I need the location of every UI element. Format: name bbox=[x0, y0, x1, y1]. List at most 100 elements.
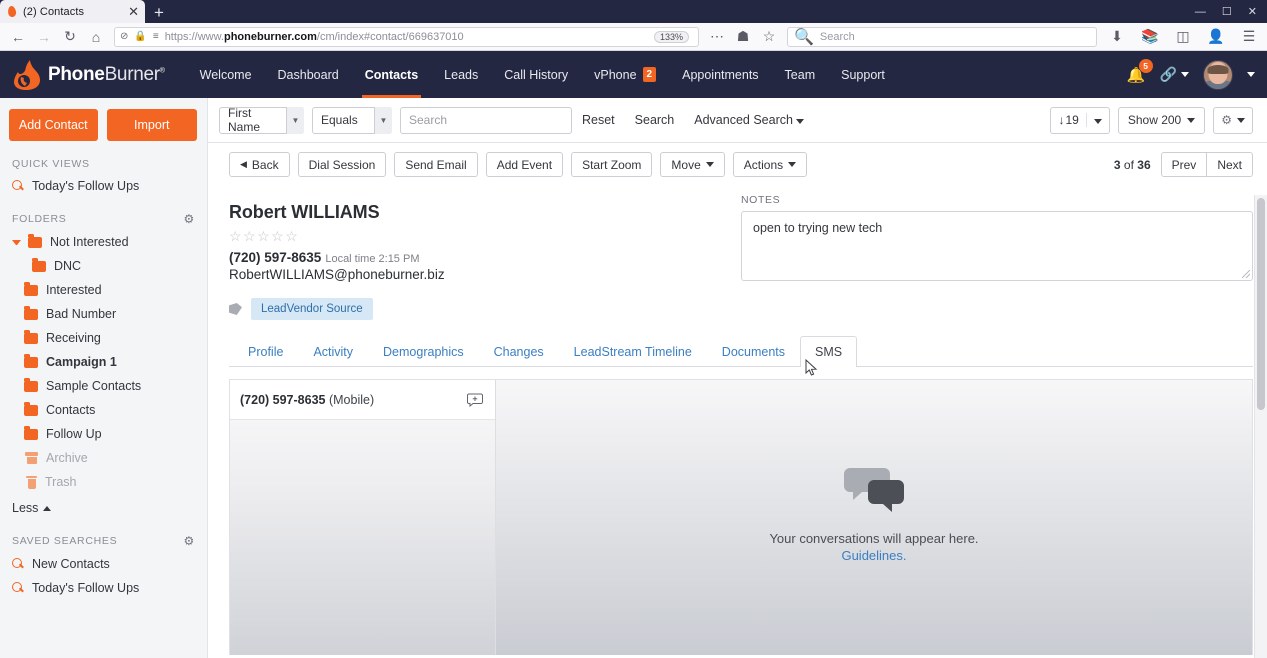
nav-item-vphone[interactable]: vPhone 2 bbox=[581, 51, 669, 98]
sort-dropdown-chevron-down-icon[interactable] bbox=[1085, 113, 1109, 127]
sidebar-item-new-contacts[interactable]: New Contacts bbox=[0, 552, 207, 576]
minimize-icon[interactable]: — bbox=[1195, 6, 1206, 18]
page-scrollbar[interactable] bbox=[1254, 195, 1267, 658]
nav-label: Support bbox=[841, 67, 885, 82]
sidebar-item-label: New Contacts bbox=[32, 557, 110, 571]
sidebar-item-follow-up[interactable]: Follow Up bbox=[0, 422, 207, 446]
account-icon[interactable]: 👤 bbox=[1204, 25, 1228, 49]
rating-stars[interactable]: ☆☆☆☆☆ bbox=[229, 228, 721, 245]
tab-changes[interactable]: Changes bbox=[479, 336, 559, 366]
phone-number[interactable]: (720) 597-8635 bbox=[229, 250, 321, 265]
add-contact-button[interactable]: Add Contact bbox=[9, 109, 98, 141]
nav-item-support[interactable]: Support bbox=[828, 51, 898, 98]
phoneburner-logo[interactable]: PhoneBurner® bbox=[14, 59, 165, 90]
tab-profile[interactable]: Profile bbox=[233, 336, 298, 366]
maximize-icon[interactable]: ☐ bbox=[1222, 5, 1232, 18]
forward-icon[interactable]: → bbox=[32, 25, 56, 49]
sidebar-item-saved-todays-follow-ups[interactable]: Today's Follow Ups bbox=[0, 576, 207, 600]
chevron-down-icon[interactable]: ▼ bbox=[286, 106, 304, 134]
bookmark-star-icon[interactable]: ☆ bbox=[757, 25, 781, 49]
sidebar-item-contacts[interactable]: Contacts bbox=[0, 398, 207, 422]
browser-tab[interactable]: (2) Contacts ✕ bbox=[0, 0, 145, 23]
nav-item-contacts[interactable]: Contacts bbox=[352, 51, 431, 98]
prev-button[interactable]: Prev bbox=[1160, 152, 1208, 177]
sidebar-item-bad-number[interactable]: Bad Number bbox=[0, 302, 207, 326]
sidebar-item-sample-contacts[interactable]: Sample Contacts bbox=[0, 374, 207, 398]
permissions-icon[interactable]: ≡ bbox=[153, 31, 159, 42]
sidebar-item-not-interested[interactable]: Not Interested bbox=[0, 230, 207, 254]
sidebar-item-archive[interactable]: Archive bbox=[0, 446, 207, 470]
advanced-search-button[interactable]: Advanced Search bbox=[684, 113, 814, 127]
guidelines-link[interactable]: Guidelines. bbox=[841, 548, 906, 563]
browser-search-input[interactable]: 🔍 Search bbox=[787, 26, 1097, 47]
resize-handle[interactable] bbox=[1242, 270, 1250, 278]
tab-leadstream-timeline[interactable]: LeadStream Timeline bbox=[559, 336, 707, 366]
nav-item-welcome[interactable]: Welcome bbox=[187, 51, 265, 98]
nav-label: Call History bbox=[504, 67, 569, 82]
sidebar-icon[interactable]: ◫ bbox=[1171, 25, 1195, 49]
tab-demographics[interactable]: Demographics bbox=[368, 336, 479, 366]
gear-icon[interactable]: ⚙ bbox=[184, 534, 195, 548]
sidebar-item-interested[interactable]: Interested bbox=[0, 278, 207, 302]
next-button[interactable]: Next bbox=[1207, 152, 1253, 177]
new-tab-button[interactable]: + bbox=[154, 4, 164, 21]
sort-button[interactable]: ↓ 19 bbox=[1050, 106, 1110, 134]
avatar[interactable] bbox=[1203, 59, 1233, 90]
library-icon[interactable]: 📚 bbox=[1138, 25, 1162, 49]
nav-item-dashboard[interactable]: Dashboard bbox=[265, 51, 352, 98]
less-toggle[interactable]: Less bbox=[0, 494, 207, 522]
nav-item-team[interactable]: Team bbox=[772, 51, 829, 98]
close-icon[interactable]: ✕ bbox=[128, 5, 139, 18]
account-chevron-down-icon[interactable] bbox=[1247, 72, 1255, 77]
window-close-icon[interactable]: ✕ bbox=[1248, 5, 1257, 18]
status-badge[interactable]: LeadVendor Source bbox=[251, 298, 373, 320]
pocket-icon[interactable]: ☗ bbox=[731, 25, 755, 49]
nav-item-appointments[interactable]: Appointments bbox=[669, 51, 771, 98]
contact-email[interactable]: RobertWILLIAMS@phoneburner.biz bbox=[229, 267, 721, 282]
tab-activity[interactable]: Activity bbox=[298, 336, 368, 366]
menu-icon[interactable]: ☰ bbox=[1237, 25, 1261, 49]
add-event-button[interactable]: Add Event bbox=[485, 152, 564, 177]
tab-documents[interactable]: Documents bbox=[707, 336, 800, 366]
notes-textarea[interactable]: open to trying new tech bbox=[741, 211, 1253, 281]
search-button[interactable]: Search bbox=[625, 113, 685, 127]
start-zoom-button[interactable]: Start Zoom bbox=[571, 152, 653, 177]
reload-icon[interactable]: ↻ bbox=[58, 25, 82, 49]
sidebar-item-todays-follow-ups[interactable]: Today's Follow Ups bbox=[0, 174, 207, 198]
sidebar-item-campaign-1[interactable]: Campaign 1 bbox=[0, 350, 207, 374]
chevron-down-icon[interactable]: ▼ bbox=[374, 106, 392, 134]
reset-button[interactable]: Reset bbox=[572, 113, 625, 127]
notifications-bell-icon[interactable]: 🔔 5 bbox=[1127, 58, 1153, 84]
back-icon[interactable]: ← bbox=[6, 25, 30, 49]
list-item[interactable]: (720) 597-8635 (Mobile) bbox=[230, 380, 495, 420]
scrollbar-thumb[interactable] bbox=[1257, 198, 1265, 410]
import-button[interactable]: Import bbox=[106, 109, 197, 141]
settings-button[interactable]: ⚙ bbox=[1213, 106, 1253, 134]
new-message-icon[interactable] bbox=[467, 393, 483, 407]
move-button[interactable]: Move bbox=[660, 152, 725, 177]
gear-icon[interactable]: ⚙ bbox=[184, 212, 195, 226]
nav-item-leads[interactable]: Leads bbox=[431, 51, 491, 98]
chevron-down-icon[interactable] bbox=[12, 239, 21, 245]
home-icon[interactable]: ⌂ bbox=[84, 25, 108, 49]
send-email-button[interactable]: Send Email bbox=[394, 152, 478, 177]
sidebar-item-trash[interactable]: Trash bbox=[0, 470, 207, 494]
downloads-icon[interactable]: ⬇ bbox=[1105, 25, 1129, 49]
sidebar-item-receiving[interactable]: Receiving bbox=[0, 326, 207, 350]
sidebar-item-dnc[interactable]: DNC bbox=[0, 254, 207, 278]
search-input[interactable]: Search bbox=[400, 106, 572, 134]
dial-session-button[interactable]: Dial Session bbox=[297, 152, 387, 177]
chevron-down-icon bbox=[1237, 117, 1245, 123]
zoom-level-badge[interactable]: 133% bbox=[653, 30, 689, 43]
nav-item-call-history[interactable]: Call History bbox=[491, 51, 581, 98]
archive-icon bbox=[25, 452, 38, 464]
back-button[interactable]: ◀ Back bbox=[229, 152, 290, 177]
page-actions-icon[interactable]: ⋯ bbox=[705, 25, 729, 49]
folders-label: FOLDERS bbox=[12, 213, 67, 225]
show-count-button[interactable]: Show 200 bbox=[1117, 106, 1206, 134]
tracking-protection-icon[interactable]: ⊘ bbox=[120, 31, 128, 42]
integrations-link-icon[interactable]: 🔗 bbox=[1160, 66, 1189, 83]
address-bar[interactable]: ⊘ 🔒 ≡ https://www.phoneburner.com/cm/ind… bbox=[114, 26, 699, 47]
brand-text: PhoneBurner® bbox=[48, 63, 165, 85]
actions-button[interactable]: Actions bbox=[732, 152, 808, 177]
